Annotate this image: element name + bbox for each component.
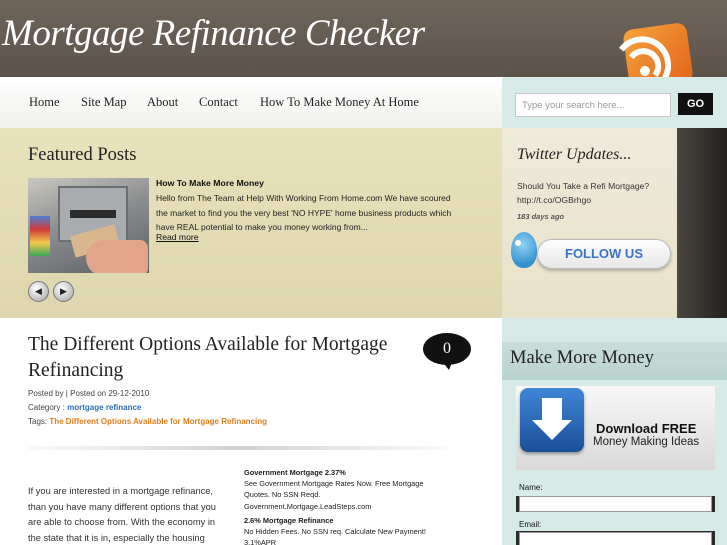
divider [28,446,448,450]
name-label: Name: [519,483,543,492]
nav-item-site-map[interactable]: Site Map [81,95,126,110]
email-field[interactable] [519,532,712,545]
tweet-time: 183 days ago [517,212,565,221]
main-nav: Home Site Map About Contact How To Make … [0,77,502,128]
download-free-label: Download FREE [596,421,697,436]
article-body: If you are interested in a mortgage refi… [28,486,216,543]
download-banner[interactable]: Download FREE Money Making Ideas [516,386,715,470]
nav-item-home[interactable]: Home [29,95,60,110]
twitter-widget: Twitter Updates... Should You Take a Ref… [502,128,677,318]
twitter-bird-icon [511,232,537,268]
ad-text: No Hidden Fees. No SSN req. Calculate Ne… [244,527,426,545]
ad-text: See Government Mortgage Rates Now. Free … [244,479,424,500]
search-go-button[interactable]: GO [678,93,713,115]
article-title[interactable]: The Different Options Available for Mort… [28,332,423,384]
comment-count-bubble[interactable]: 0 [423,333,471,370]
ad-block: Government Mortgage 2.37% See Government… [244,467,444,545]
follow-us-button[interactable]: FOLLOW US [537,239,671,269]
search-area: GO [502,77,727,128]
nav-item-about[interactable]: About [147,95,178,110]
ad-title[interactable]: 2.6% Mortgage Refinance [244,515,444,526]
category-link[interactable]: mortgage refinance [67,403,141,412]
featured-posts: Featured Posts How To Make More Money He… [0,128,502,318]
tweet-text[interactable]: Should You Take a Refi Mortgage? http://… [517,180,667,207]
make-money-widget: Make More Money Download FREE Money Maki… [502,318,727,545]
next-arrow-icon[interactable]: ▶ [53,281,74,302]
email-label: Email: [519,520,542,529]
nav-item-contact[interactable]: Contact [199,95,238,110]
ad-title[interactable]: Government Mortgage 2.37% [244,467,444,478]
featured-post-title[interactable]: How To Make More Money [156,178,264,188]
featured-title: Featured Posts [28,145,137,165]
nav-item-how-to-make-money[interactable]: How To Make Money At Home [260,95,419,110]
post-tags: Tags: The Different Options Available fo… [28,417,267,426]
featured-post-excerpt: Hello from The Team at Help With Working… [156,193,452,233]
ad-url[interactable]: Government.Mortgage.LeadSteps.com [244,501,444,512]
read-more-link[interactable]: Read more [156,232,199,242]
money-ideas-label: Money Making Ideas [593,436,700,448]
site-title[interactable]: Mortgage Refinance Checker [2,12,425,55]
rss-icon[interactable] [609,21,694,77]
decorative-strip [677,128,727,318]
make-money-title: Make More Money [510,348,654,368]
name-field[interactable] [519,496,712,512]
post-category: Category : mortgage refinance [28,403,141,412]
search-input[interactable] [515,93,671,117]
post-meta: Posted by | Posted on 29-12-2010 [28,389,150,398]
tag-link[interactable]: The Different Options Available for Mort… [49,417,267,426]
download-arrow-icon [520,388,584,452]
category-label: Category : [28,403,65,412]
signup-form: Name: Email: [516,476,715,545]
tags-label: Tags: [28,417,48,426]
twitter-title: Twitter Updates... [517,146,632,163]
site-header: Mortgage Refinance Checker [0,0,727,77]
featured-post-image[interactable] [28,178,149,273]
prev-arrow-icon[interactable]: ◀ [28,281,49,302]
